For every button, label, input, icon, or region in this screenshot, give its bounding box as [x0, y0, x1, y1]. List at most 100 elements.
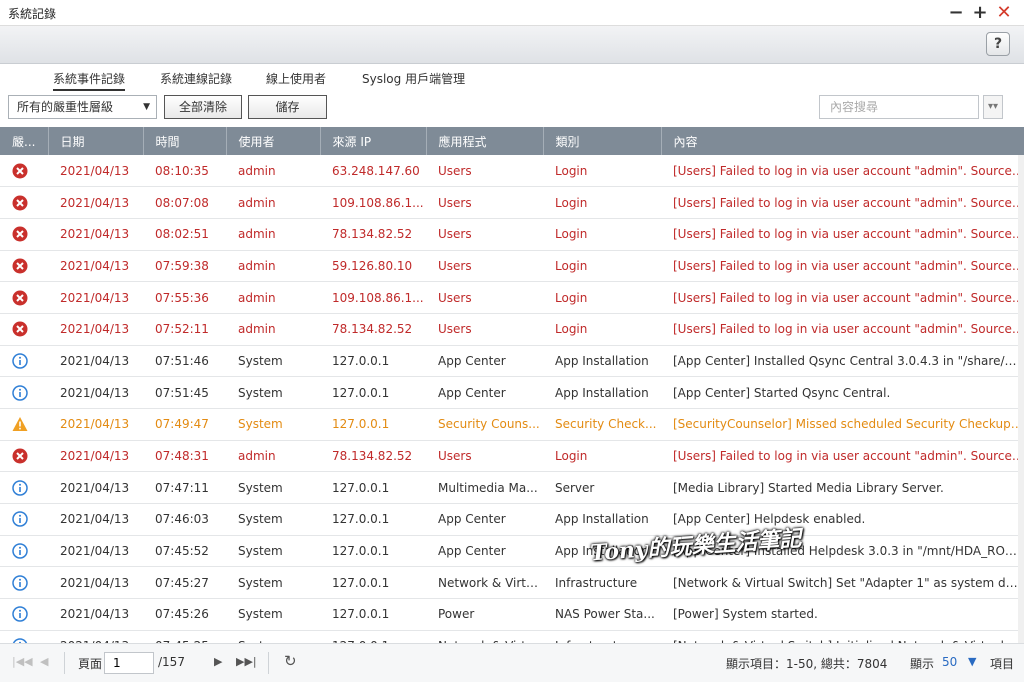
- table-scrollbar[interactable]: [1018, 155, 1024, 643]
- cell-time: 07:51:46: [143, 345, 226, 378]
- table-row[interactable]: 2021/04/13 07:45:27 System 127.0.0.1 Network…: [0, 566, 1024, 600]
- page-number-input[interactable]: [104, 652, 154, 674]
- table-row[interactable]: 2021/04/13 08:07:08 admin 109.108.86.1... Us…: [0, 186, 1024, 219]
- cell-application: App Center: [426, 376, 543, 409]
- col-category[interactable]: 類別: [543, 127, 662, 155]
- filter-bar: 所有的嚴重性層級 ▼ 全部清除 儲存 ▾▾: [0, 90, 1024, 126]
- maximize-button[interactable]: +: [970, 2, 990, 24]
- table-row[interactable]: 2021/04/13 07:46:03 System 127.0.0.1 App Cen…: [0, 503, 1024, 536]
- tab-bar: 系統事件記錄 系統連線記錄 線上使用者 Syslog 用戶端管理: [0, 64, 1024, 91]
- log-table: 嚴... 日期 時間 使用者 來源 IP 應用程式 類別 內容 2021/04/…: [0, 127, 1024, 643]
- cell-severity: [0, 281, 48, 314]
- tab-syslog-client[interactable]: Syslog 用戶端管理: [362, 70, 465, 87]
- cell-severity: [0, 503, 48, 536]
- cell-severity: [0, 345, 48, 378]
- table-row[interactable]: 2021/04/1307:45:25System127.0.0.1Network…: [0, 630, 1024, 643]
- save-button[interactable]: 儲存: [248, 95, 327, 119]
- cell-time: 07:48:31: [143, 440, 226, 473]
- tab-system-connections[interactable]: 系統連線記錄: [160, 70, 232, 87]
- total-pages: /157: [158, 655, 185, 669]
- col-user[interactable]: 使用者: [226, 127, 321, 155]
- table-row[interactable]: 2021/04/13 07:59:38 admin 59.126.80.10 Users…: [0, 250, 1024, 283]
- table-row[interactable]: 2021/04/13 07:48:31 admin 78.134.82.52 Users…: [0, 440, 1024, 473]
- last-page-icon[interactable]: ▶▶|: [236, 655, 257, 668]
- cell-date: 2021/04/13: [48, 345, 143, 378]
- cell-date: 2021/04/13: [48, 503, 143, 536]
- info-icon: [12, 575, 28, 591]
- cell-source-ip: 109.108.86.1...: [320, 186, 426, 219]
- cell-time: 08:07:08: [143, 186, 226, 219]
- cell-category: Login: [543, 186, 661, 219]
- cell-user: admin: [226, 281, 320, 314]
- cell-time: 07:46:03: [143, 503, 226, 536]
- minimize-button[interactable]: −: [946, 2, 966, 24]
- table-row[interactable]: 2021/04/13 07:45:52 System 127.0.0.1 App Cen…: [0, 535, 1024, 568]
- cell-content: [Users] Failed to log in via user accoun…: [661, 186, 1024, 219]
- next-page-icon[interactable]: ▶: [214, 655, 222, 668]
- cell-severity: [0, 313, 48, 346]
- cell-application: Users: [426, 218, 543, 251]
- chevron-down-icon: ▼: [143, 102, 150, 112]
- cell-severity: [0, 566, 48, 600]
- cell-category: NAS Power Sta...: [543, 598, 661, 631]
- cell-content: [SecurityCounselor] Missed scheduled Sec…: [661, 408, 1024, 441]
- cell-time: 08:10:35: [143, 155, 226, 188]
- severity-select[interactable]: 所有的嚴重性層級 ▼: [8, 95, 157, 119]
- info-icon: [12, 606, 28, 623]
- table-row[interactable]: 2021/04/13 07:51:46 System 127.0.0.1 App Cen…: [0, 345, 1024, 378]
- cell-user: System: [226, 503, 320, 536]
- cell-user: admin: [226, 218, 320, 251]
- cell-time: 07:45:25: [143, 630, 226, 643]
- table-row[interactable]: 2021/04/13 07:49:47 System 127.0.0.1 Securit…: [0, 408, 1024, 441]
- system-log-window: 系統記錄 − + ✕ ? 系統事件記錄 系統連線記錄 線上使用者 Syslog …: [0, 0, 1024, 682]
- cell-content: [Media Library] Started Media Library Se…: [661, 471, 1024, 505]
- refresh-icon[interactable]: ↻: [284, 652, 297, 670]
- cell-source-ip: 127.0.0.1: [320, 598, 426, 631]
- col-application[interactable]: 應用程式: [426, 127, 544, 155]
- error-icon: [12, 195, 28, 211]
- title-bar: 系統記錄 − + ✕: [0, 0, 1024, 26]
- per-page-chevron-icon[interactable]: ▼: [968, 655, 976, 668]
- cell-severity: [0, 630, 48, 643]
- table-row[interactable]: 2021/04/13 07:47:11 System 127.0.0.1 Multime…: [0, 471, 1024, 505]
- col-date[interactable]: 日期: [48, 127, 144, 155]
- first-page-icon[interactable]: |◀◀: [12, 655, 33, 668]
- col-time[interactable]: 時間: [143, 127, 227, 155]
- cell-content: [Network & Virtual Switch] Set "Adapter …: [661, 566, 1024, 600]
- cell-date: 2021/04/13: [48, 281, 143, 314]
- content-search-input[interactable]: [819, 95, 979, 119]
- cell-category: Infrastructure: [543, 566, 661, 600]
- table-row[interactable]: 2021/04/13 08:10:35 admin 63.248.147.60 User…: [0, 155, 1024, 188]
- help-button[interactable]: ?: [986, 32, 1010, 56]
- cell-user: System: [226, 376, 320, 409]
- table-row[interactable]: 2021/04/13 07:45:26 System 127.0.0.1 Power NA…: [0, 598, 1024, 631]
- cell-time: 07:45:26: [143, 598, 226, 631]
- close-button[interactable]: ✕: [994, 2, 1014, 24]
- col-source-ip[interactable]: 來源 IP: [320, 127, 427, 155]
- table-row[interactable]: 2021/04/13 07:52:11 admin 78.134.82.52 Users…: [0, 313, 1024, 346]
- col-content[interactable]: 內容: [661, 127, 1024, 155]
- cell-application: Network & Virtu...: [426, 566, 543, 600]
- cell-user: System: [226, 471, 320, 505]
- tab-online-users[interactable]: 線上使用者: [266, 70, 326, 87]
- cell-user: admin: [226, 440, 320, 473]
- cell-application: App Center: [426, 535, 543, 568]
- prev-page-icon[interactable]: ◀: [40, 655, 48, 668]
- cell-date: 2021/04/13: [48, 218, 143, 251]
- cell-application: Users: [426, 250, 543, 283]
- show-label: 顯示: [910, 657, 935, 671]
- table-row[interactable]: 2021/04/13 07:51:45 System 127.0.0.1 App Cen…: [0, 376, 1024, 409]
- error-icon: [12, 226, 28, 242]
- per-page-value[interactable]: 50: [942, 655, 957, 669]
- cell-content: [Users] Failed to log in via user accoun…: [661, 250, 1024, 283]
- cell-source-ip: 127.0.0.1: [320, 408, 426, 441]
- clear-all-button[interactable]: 全部清除: [164, 95, 242, 119]
- cell-content: [Users] Failed to log in via user accoun…: [661, 313, 1024, 346]
- search-options-button[interactable]: ▾▾: [983, 95, 1003, 119]
- cell-category: Login: [543, 155, 661, 188]
- tab-system-events[interactable]: 系統事件記錄: [53, 70, 126, 91]
- col-severity[interactable]: 嚴...: [0, 127, 49, 155]
- table-row[interactable]: 2021/04/13 08:02:51 admin 78.134.82.52 Users…: [0, 218, 1024, 251]
- table-row[interactable]: 2021/04/13 07:55:36 admin 109.108.86.1... Us…: [0, 281, 1024, 314]
- cell-severity: [0, 535, 48, 568]
